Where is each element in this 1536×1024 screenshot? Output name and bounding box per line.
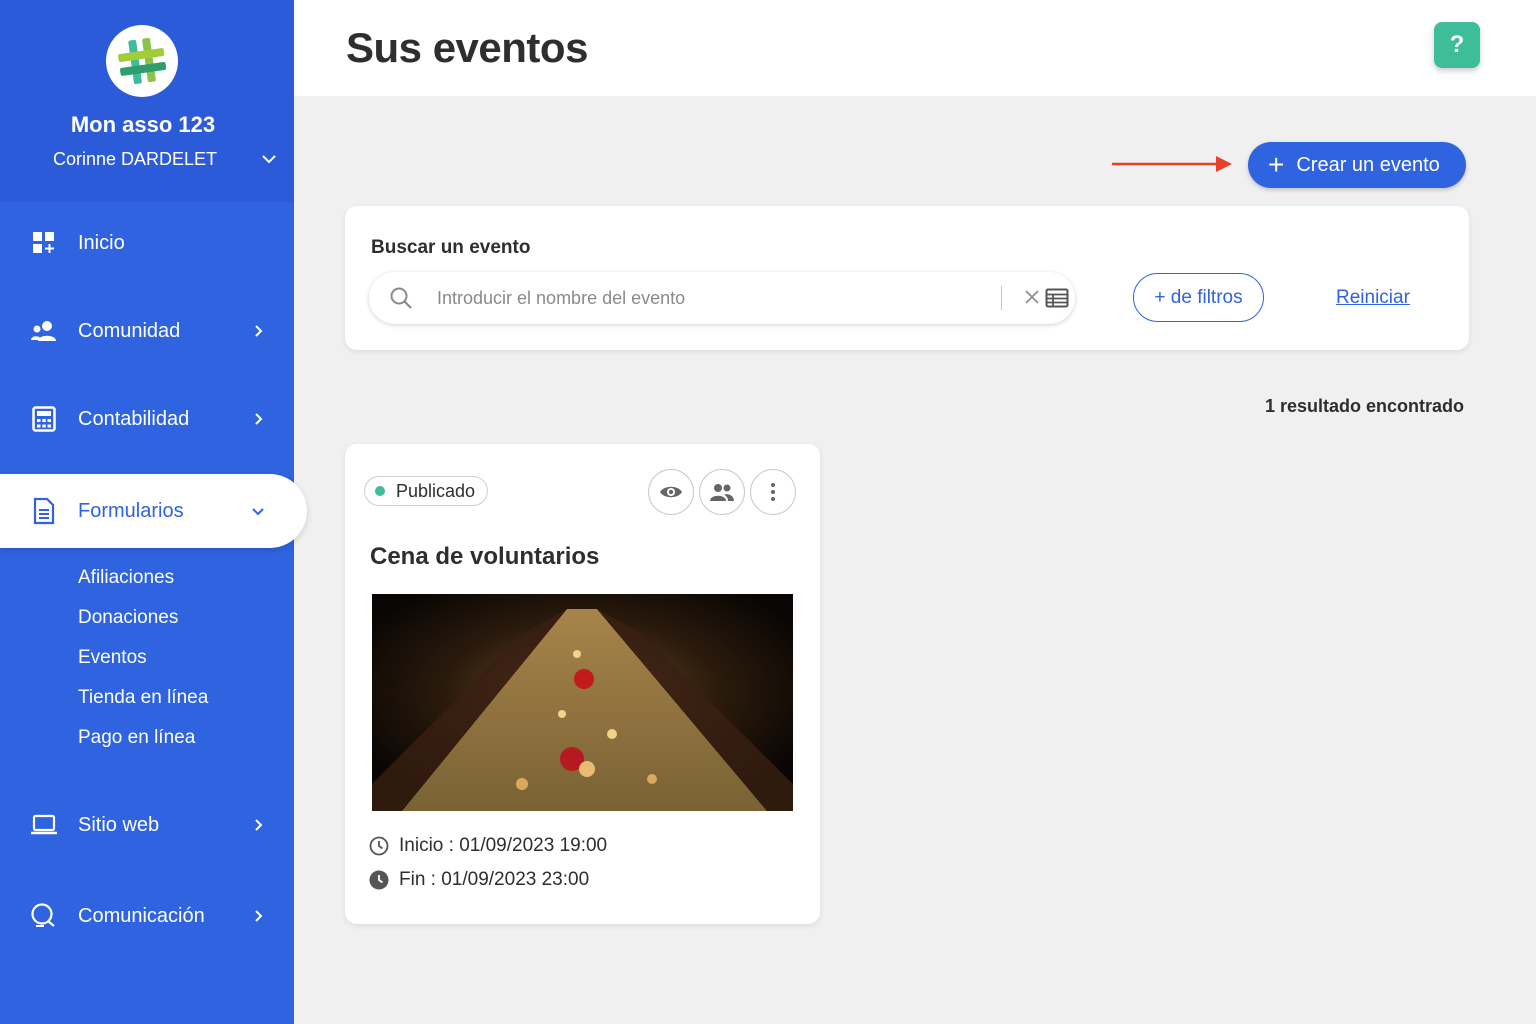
nav-label: Contabilidad (78, 407, 190, 430)
search-input[interactable] (437, 284, 977, 312)
event-end-text: Fin : 01/09/2023 23:00 (399, 869, 590, 890)
org-logo[interactable] (106, 25, 178, 97)
calculator-icon (30, 405, 58, 433)
nav-label: Sitio web (78, 813, 160, 836)
more-vertical-icon (771, 483, 775, 501)
results-count: 1 resultado encontrado (1264, 396, 1464, 416)
status-badge: Publicado (364, 476, 489, 506)
nav-label: Formularios (78, 499, 184, 522)
chat-icon (30, 902, 58, 930)
nav-label: Inicio (78, 231, 125, 254)
search-icon (390, 287, 412, 309)
chevron-right-icon (255, 413, 263, 425)
subnav-tienda[interactable]: Tienda en línea (78, 687, 208, 709)
search-divider (1001, 286, 1002, 310)
sidebar-header: Mon asso 123 Corinne DARDELET (0, 0, 294, 202)
event-start: Inicio : 01/09/2023 19:00 (369, 835, 607, 857)
search-panel: Buscar un evento + de filtros Reiniciar (345, 206, 1469, 350)
page-title: Sus eventos (346, 24, 588, 71)
create-event-label: Crear un evento (1296, 153, 1440, 176)
event-image (372, 594, 793, 811)
subnav-donaciones[interactable]: Donaciones (78, 607, 178, 629)
search-label: Buscar un evento (371, 237, 531, 258)
users-icon (30, 317, 58, 345)
nav-item-sitio-web[interactable]: Sitio web (0, 787, 294, 863)
help-button[interactable]: ? (1434, 22, 1480, 68)
create-event-button[interactable]: + Crear un evento (1248, 142, 1466, 188)
chevron-right-icon (255, 819, 263, 831)
users-icon (710, 484, 734, 501)
chevron-right-icon (255, 325, 263, 337)
hashtag-logo-icon (118, 37, 167, 85)
nav-item-contabilidad[interactable]: Contabilidad (0, 381, 294, 457)
sidebar: Mon asso 123 Corinne DARDELET Inicio Com… (0, 0, 307, 1024)
event-start-text: Inicio : 01/09/2023 19:00 (399, 835, 608, 856)
view-button[interactable] (648, 469, 694, 515)
chevron-down-icon (252, 508, 264, 516)
nav-item-comunidad[interactable]: Comunidad (0, 293, 294, 369)
subnav-eventos[interactable]: Eventos (78, 647, 147, 669)
nav-item-formularios[interactable]: Formularios (0, 474, 307, 548)
annotation-arrow-icon (1112, 156, 1232, 172)
clock-outline-icon (369, 836, 389, 856)
document-icon (30, 497, 58, 525)
reset-link[interactable]: Reiniciar (1336, 287, 1410, 309)
close-icon[interactable] (1023, 286, 1041, 308)
search-box (369, 272, 1075, 324)
laptop-icon (30, 811, 58, 839)
participants-button[interactable] (699, 469, 745, 515)
status-label: Publicado (396, 480, 476, 501)
nav-label: Comunidad (78, 319, 181, 342)
dinner-table-photo (372, 594, 793, 811)
top-bar: Sus eventos ? (294, 0, 1536, 96)
event-end: Fin : 01/09/2023 23:00 (369, 869, 589, 891)
subnav-pago[interactable]: Pago en línea (78, 727, 195, 749)
eye-icon (660, 486, 682, 498)
more-filters-button[interactable]: + de filtros (1133, 273, 1264, 322)
table-icon[interactable] (1045, 287, 1069, 309)
subnav-afiliaciones[interactable]: Afiliaciones (78, 567, 174, 589)
nav-item-inicio[interactable]: Inicio (0, 205, 294, 281)
more-options-button[interactable] (750, 469, 796, 515)
chevron-right-icon (255, 910, 263, 922)
event-title[interactable]: Cena de voluntarios (370, 543, 599, 571)
chevron-down-icon[interactable] (260, 150, 278, 168)
nav-label: Comunicación (78, 904, 205, 927)
user-name[interactable]: Corinne DARDELET (0, 149, 270, 170)
plus-icon: + (1268, 149, 1285, 180)
nav-item-comunicacion[interactable]: Comunicación (0, 878, 294, 954)
dashboard-icon (30, 229, 58, 257)
org-name: Mon asso 123 (70, 112, 216, 137)
event-card[interactable]: Publicado Cena de voluntarios Inicio: 0… (345, 444, 820, 924)
status-dot-icon (375, 486, 385, 496)
clock-filled-icon (369, 870, 389, 890)
